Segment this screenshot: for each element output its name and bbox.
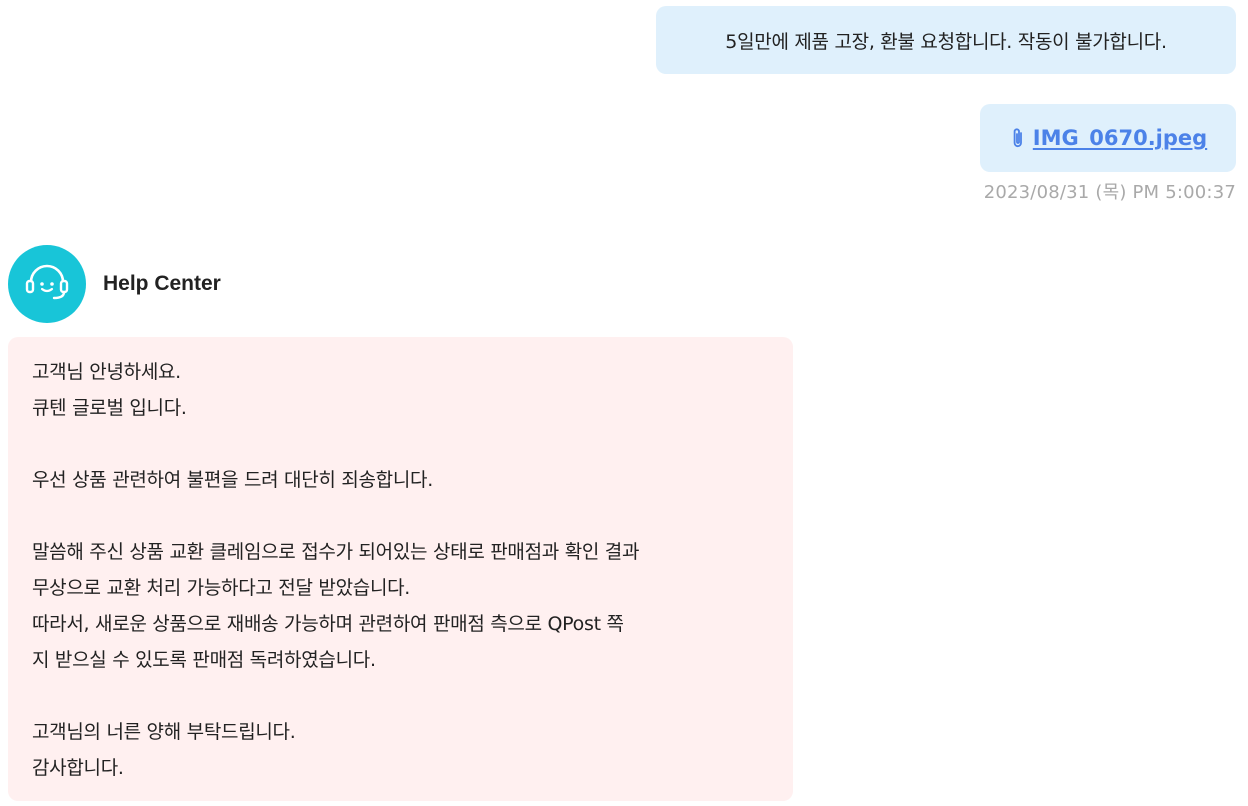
agent-message-line: 우선 상품 관련하여 불편을 드려 대단히 죄송합니다.	[32, 469, 433, 491]
agent-header: Help Center	[8, 245, 221, 323]
user-message-text: 5일만에 제품 고장, 환불 요청합니다. 작동이 불가합니다.	[725, 30, 1167, 53]
agent-message-blank-line	[32, 678, 769, 714]
user-attachment-bubble[interactable]: IMG_0670.jpeg	[980, 104, 1236, 172]
headset-icon	[21, 260, 73, 308]
agent-message-line: 말씀해 주신 상품 교환 클레임으로 접수가 되어있는 상태로 판매점과 확인 …	[32, 541, 640, 563]
agent-message-line: 감사합니다.	[32, 757, 124, 779]
attachment-link[interactable]: IMG_0670.jpeg	[1033, 126, 1207, 150]
agent-avatar	[8, 245, 86, 323]
agent-name: Help Center	[103, 272, 221, 295]
agent-message-line: 큐텐 글로벌 입니다.	[32, 397, 187, 419]
agent-message-line: 고객님의 너른 양해 부탁드립니다.	[32, 721, 296, 743]
paperclip-icon	[1009, 125, 1027, 151]
agent-message-blank-line	[32, 426, 769, 462]
agent-message-line: 무상으로 교환 처리 가능하다고 전달 받았습니다.	[32, 577, 411, 599]
agent-message-line: 지 받으실 수 있도록 판매점 독려하였습니다.	[32, 649, 376, 671]
agent-message-line: 따라서, 새로운 상품으로 재배송 가능하며 관련하여 판매점 측으로 QPos…	[32, 613, 624, 635]
agent-message-line: 고객님 안녕하세요.	[32, 361, 181, 383]
agent-message-bubble: 고객님 안녕하세요. 큐텐 글로벌 입니다. 우선 상품 관련하여 불편을 드려…	[8, 337, 793, 801]
message-timestamp: 2023/08/31 (목) PM 5:00:37	[983, 182, 1236, 203]
user-message-bubble: 5일만에 제품 고장, 환불 요청합니다. 작동이 불가합니다.	[656, 6, 1236, 74]
agent-message-blank-line	[32, 498, 769, 534]
